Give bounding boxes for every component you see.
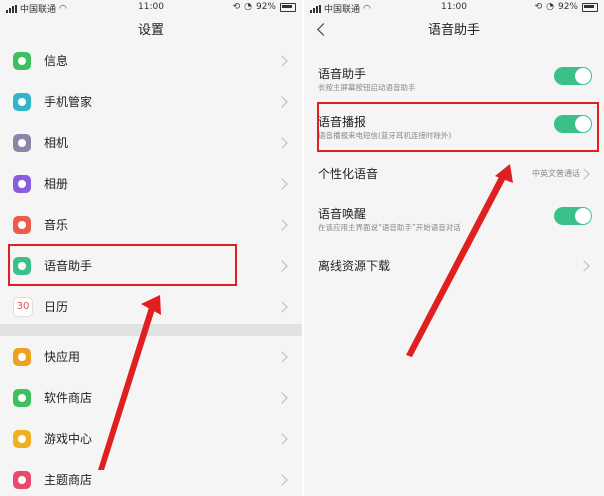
album-icon (13, 174, 31, 193)
personalized-voice-row[interactable]: 个性化语音 中英文普通话 (304, 160, 604, 186)
voice-assistant-toggle[interactable] (554, 67, 592, 85)
voice-wakeup-toggle[interactable] (554, 207, 592, 225)
settings-item-label: 主题商店 (44, 473, 93, 487)
settings-item[interactable]: 手机管家 (0, 81, 302, 122)
row-subtitle: 长按主屏幕按钮启动语音助手 (318, 83, 416, 92)
battery-icon (582, 2, 598, 12)
settings-item-label: 快应用 (44, 350, 81, 364)
battery-level: 92% (255, 2, 276, 12)
settings-item[interactable]: 游戏中心 (0, 418, 302, 459)
settings-item[interactable]: 软件商店 (0, 377, 302, 418)
settings-item-label: 音乐 (44, 218, 69, 232)
settings-item-label: 信息 (44, 54, 69, 68)
row-title: 个性化语音 (318, 167, 379, 181)
chevron-right-icon (276, 218, 288, 231)
settings-item[interactable]: 主题商店 (0, 459, 302, 496)
settings-item-label: 日历 (44, 300, 69, 314)
chevron-right-icon (276, 95, 288, 108)
row-title: 语音助手 (318, 67, 367, 81)
chevron-right-icon (276, 300, 288, 313)
settings-item[interactable]: 相机 (0, 122, 302, 163)
music-icon (13, 215, 31, 234)
settings-item-label: 软件商店 (44, 391, 93, 405)
chevron-right-icon (276, 54, 288, 67)
chevron-right-icon (276, 391, 288, 404)
rotation-lock-icon: ⟲ (232, 2, 241, 12)
status-bar: 中国联通 ◠ 11:00 ⟲ ◔ 92% (304, 0, 604, 15)
chevron-right-icon (578, 168, 590, 180)
voice-broadcast-highlight-box (317, 102, 599, 152)
battery-icon (280, 2, 296, 12)
row-title: 离线资源下载 (318, 259, 391, 273)
shield-icon (13, 92, 31, 111)
settings-item[interactable]: 快应用 (0, 336, 302, 377)
settings-item[interactable]: 信息 (0, 40, 302, 81)
settings-item-label: 相册 (44, 177, 69, 191)
settings-item[interactable]: 音乐 (0, 204, 302, 245)
chevron-right-icon (276, 473, 288, 486)
alarm-icon: ◔ (244, 2, 252, 12)
store-icon (13, 388, 31, 407)
offline-download-row[interactable]: 离线资源下载 (304, 252, 604, 278)
chevron-right-icon (578, 260, 590, 272)
chevron-right-icon (276, 350, 288, 363)
voice-assistant-row[interactable]: 语音助手 长按主屏幕按钮启动语音助手 (304, 62, 604, 98)
chevron-right-icon (276, 177, 288, 190)
battery-level: 92% (557, 2, 578, 12)
chevron-right-icon (276, 136, 288, 149)
calendar-icon: 30 (13, 296, 33, 317)
row-subtitle: 在该应用主界面说“语音助手”开始语音对话 (318, 223, 461, 232)
quick-app-icon (13, 347, 31, 366)
settings-item-label: 相机 (44, 136, 69, 150)
chevron-right-icon (276, 259, 288, 272)
chevron-right-icon (276, 432, 288, 445)
page-title: 语音助手 (427, 23, 480, 38)
voice-assistant-highlight-box (8, 244, 237, 286)
settings-item[interactable]: 30 日历 (0, 286, 302, 327)
game-icon (13, 429, 31, 448)
rotation-lock-icon: ⟲ (534, 2, 543, 12)
voice-wakeup-row[interactable]: 语音唤醒 在该应用主界面说“语音助手”开始语音对话 (304, 202, 604, 238)
alarm-icon: ◔ (546, 2, 554, 12)
camera-icon (13, 133, 31, 152)
row-title: 语音唤醒 (318, 207, 367, 221)
status-bar: 中国联通 ◠ 11:00 ⟲ ◔ 92% (0, 0, 302, 15)
voice-assistant-screen: 中国联通 ◠ 11:00 ⟲ ◔ 92% 语音助手 语音助手 长按主屏幕按钮启动… (304, 0, 604, 496)
settings-item-label: 游戏中心 (44, 432, 93, 446)
message-icon (13, 51, 31, 70)
theme-icon (13, 470, 31, 489)
section-divider (0, 324, 302, 336)
settings-item-label: 手机管家 (44, 95, 93, 109)
row-value: 中英文普通话 (532, 169, 580, 178)
settings-item[interactable]: 相册 (0, 163, 302, 204)
